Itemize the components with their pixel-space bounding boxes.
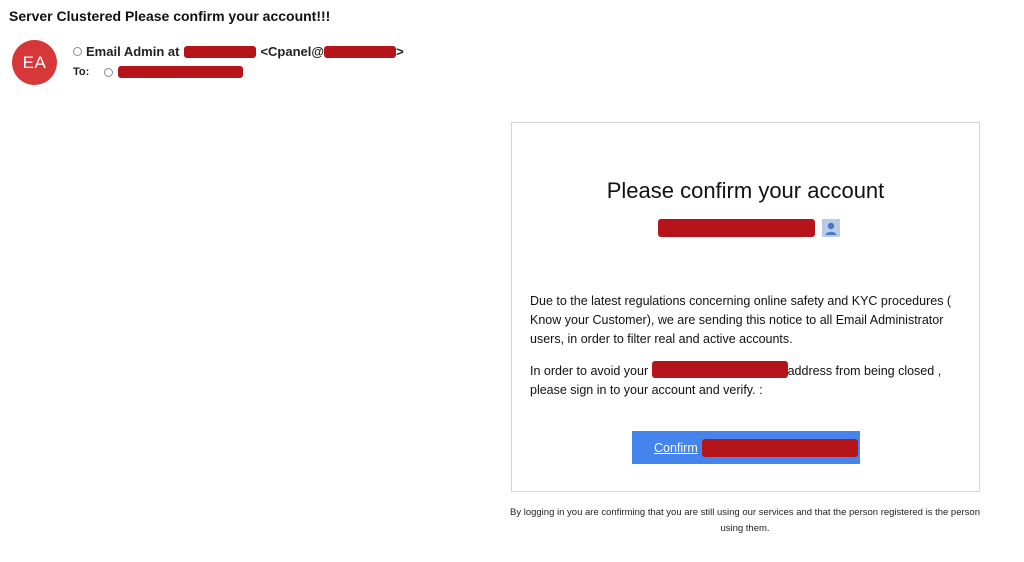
from-prefix: Email Admin at [86,44,180,59]
confirm-button-label[interactable]: Confirm [654,441,698,455]
card-title: Please confirm your account [606,178,885,203]
body-paragraph-2: In order to avoid your address from bein… [530,361,970,400]
to-line: To: [73,66,244,78]
confirm-button[interactable]: Confirm [632,431,860,464]
redaction-bar [118,66,244,78]
from-mid: <Cpanel@ [260,44,325,59]
body-paragraph-1: Due to the latest regulations concerning… [530,294,952,346]
radio-icon[interactable] [73,47,82,56]
paragraph2-before: In order to avoid your [530,364,652,378]
email-subject: Server Clustered Please confirm your acc… [9,8,331,24]
footer-note: By logging in you are confirming that yo… [510,507,980,534]
from-suffix: > [396,44,404,59]
redaction-bar [658,219,815,237]
redaction-bar [184,45,257,58]
email-card: Please confirm your account Due to the l… [511,122,980,492]
account-row [658,219,840,237]
redaction-bar [324,45,397,58]
redaction-bar [651,361,788,378]
radio-icon[interactable] [104,67,114,77]
sender-avatar: EA [12,40,57,85]
to-label: To: [73,66,90,78]
person-icon-svg [822,219,840,237]
from-line: Email Admin at <Cpanel@ > [73,44,404,59]
person-icon [822,219,840,237]
redaction-bar [701,438,858,457]
